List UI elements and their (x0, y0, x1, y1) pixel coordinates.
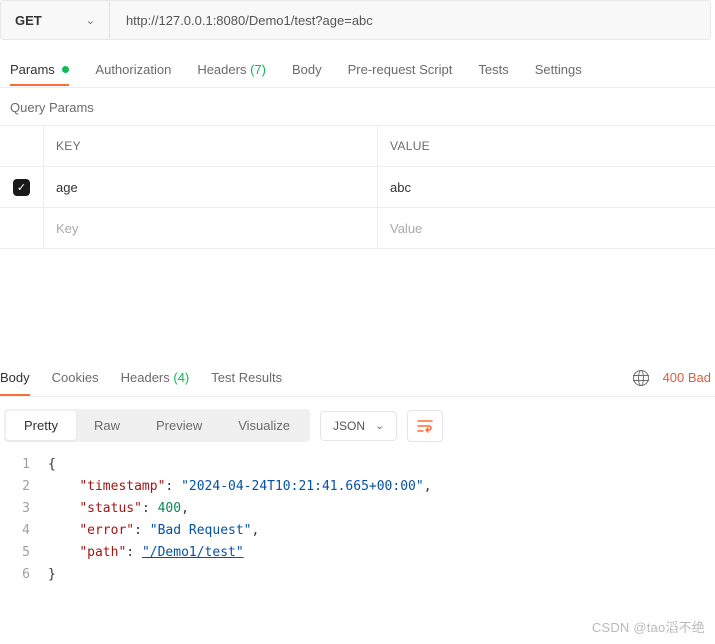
tab-authorization[interactable]: Authorization (95, 54, 171, 85)
view-tab-pretty[interactable]: Pretty (6, 411, 76, 440)
param-value-input[interactable] (390, 180, 703, 195)
param-key-input[interactable] (56, 221, 365, 236)
request-tabs: Params Authorization Headers (7) Body Pr… (0, 52, 715, 88)
response-meta: 400 Bad (633, 370, 711, 386)
chevron-down-icon: ⌄ (375, 419, 384, 432)
response-bar: Body Cookies Headers (4) Test Results 40… (0, 359, 715, 397)
table-row-empty (0, 208, 715, 249)
json-brace: } (48, 564, 715, 586)
line-number: 5 (0, 542, 48, 564)
json-key: "error" (79, 523, 134, 538)
row-value-cell (378, 167, 715, 207)
format-select[interactable]: JSON ⌄ (320, 411, 397, 441)
tab-prerequest[interactable]: Pre-request Script (348, 54, 453, 85)
json-line: 5 "path": "/Demo1/test" (0, 542, 715, 564)
row-checkbox-checked-icon: ✓ (13, 179, 30, 196)
row-checkbox-cell[interactable] (0, 208, 44, 248)
tab-body[interactable]: Body (292, 54, 322, 85)
json-key: "timestamp" (79, 479, 165, 494)
response-status: 400 Bad (663, 370, 711, 385)
view-tab-visualize[interactable]: Visualize (220, 411, 308, 440)
http-method-select[interactable]: GET ⌄ (1, 1, 110, 39)
row-value-cell (378, 208, 715, 248)
json-string: "Bad Request" (150, 523, 252, 538)
view-mode-tabs: Pretty Raw Preview Visualize (4, 409, 310, 442)
view-tab-preview[interactable]: Preview (138, 411, 220, 440)
response-tabs: Body Cookies Headers (4) Test Results (0, 360, 633, 395)
resp-tab-body[interactable]: Body (0, 360, 30, 395)
resp-headers-count: (4) (173, 370, 189, 385)
row-key-cell (44, 167, 378, 207)
header-key-cell: KEY (44, 126, 378, 166)
query-params-heading: Query Params (0, 88, 715, 125)
resp-tab-headers[interactable]: Headers (4) (121, 360, 190, 395)
wrap-icon (417, 419, 433, 433)
line-number: 3 (0, 498, 48, 520)
chevron-down-icon: ⌄ (86, 14, 95, 27)
param-key-input[interactable] (56, 180, 365, 195)
json-key: "status" (79, 501, 142, 516)
view-toolbar: Pretty Raw Preview Visualize JSON ⌄ (0, 397, 715, 454)
line-number: 4 (0, 520, 48, 542)
line-number: 2 (0, 476, 48, 498)
response-body[interactable]: 1{ 2 "timestamp": "2024-04-24T10:21:41.6… (0, 454, 715, 586)
header-value-cell: VALUE (378, 126, 715, 166)
table-row: ✓ (0, 167, 715, 208)
json-number: 400 (158, 501, 181, 516)
http-method-label: GET (15, 13, 42, 28)
resp-tab-cookies[interactable]: Cookies (52, 360, 99, 395)
json-brace: { (48, 454, 715, 476)
json-line: 1{ (0, 454, 715, 476)
row-key-cell (44, 208, 378, 248)
query-params-table: KEY VALUE ✓ (0, 125, 715, 249)
json-url-string: "/Demo1/test" (142, 545, 244, 560)
json-line: 2 "timestamp": "2024-04-24T10:21:41.665+… (0, 476, 715, 498)
headers-count: (7) (250, 62, 266, 77)
format-label: JSON (333, 419, 365, 433)
json-string: "2024-04-24T10:21:41.665+00:00" (181, 479, 424, 494)
tab-params[interactable]: Params (10, 54, 69, 85)
resp-tab-test-results[interactable]: Test Results (211, 360, 282, 395)
tab-headers-label: Headers (197, 62, 246, 77)
json-line: 4 "error": "Bad Request", (0, 520, 715, 542)
request-url-bar: GET ⌄ (0, 0, 711, 40)
resp-tab-headers-label: Headers (121, 370, 170, 385)
line-number: 1 (0, 454, 48, 476)
row-checkbox-cell[interactable]: ✓ (0, 167, 44, 207)
tab-settings[interactable]: Settings (535, 54, 582, 85)
spacer (0, 249, 715, 359)
url-input[interactable] (110, 1, 710, 39)
header-check-cell (0, 126, 44, 166)
table-header-row: KEY VALUE (0, 126, 715, 167)
tab-params-label: Params (10, 62, 55, 77)
json-line: 3 "status": 400, (0, 498, 715, 520)
params-changed-dot-icon (62, 66, 69, 73)
json-line: 6} (0, 564, 715, 586)
json-key: "path" (79, 545, 126, 560)
param-value-input[interactable] (390, 221, 703, 236)
line-number: 6 (0, 564, 48, 586)
tab-tests[interactable]: Tests (478, 54, 508, 85)
watermark: CSDN @tao滔不绝 (592, 617, 705, 636)
view-tab-raw[interactable]: Raw (76, 411, 138, 440)
wrap-lines-button[interactable] (407, 410, 443, 442)
tab-headers[interactable]: Headers (7) (197, 54, 266, 85)
globe-icon[interactable] (633, 370, 649, 386)
